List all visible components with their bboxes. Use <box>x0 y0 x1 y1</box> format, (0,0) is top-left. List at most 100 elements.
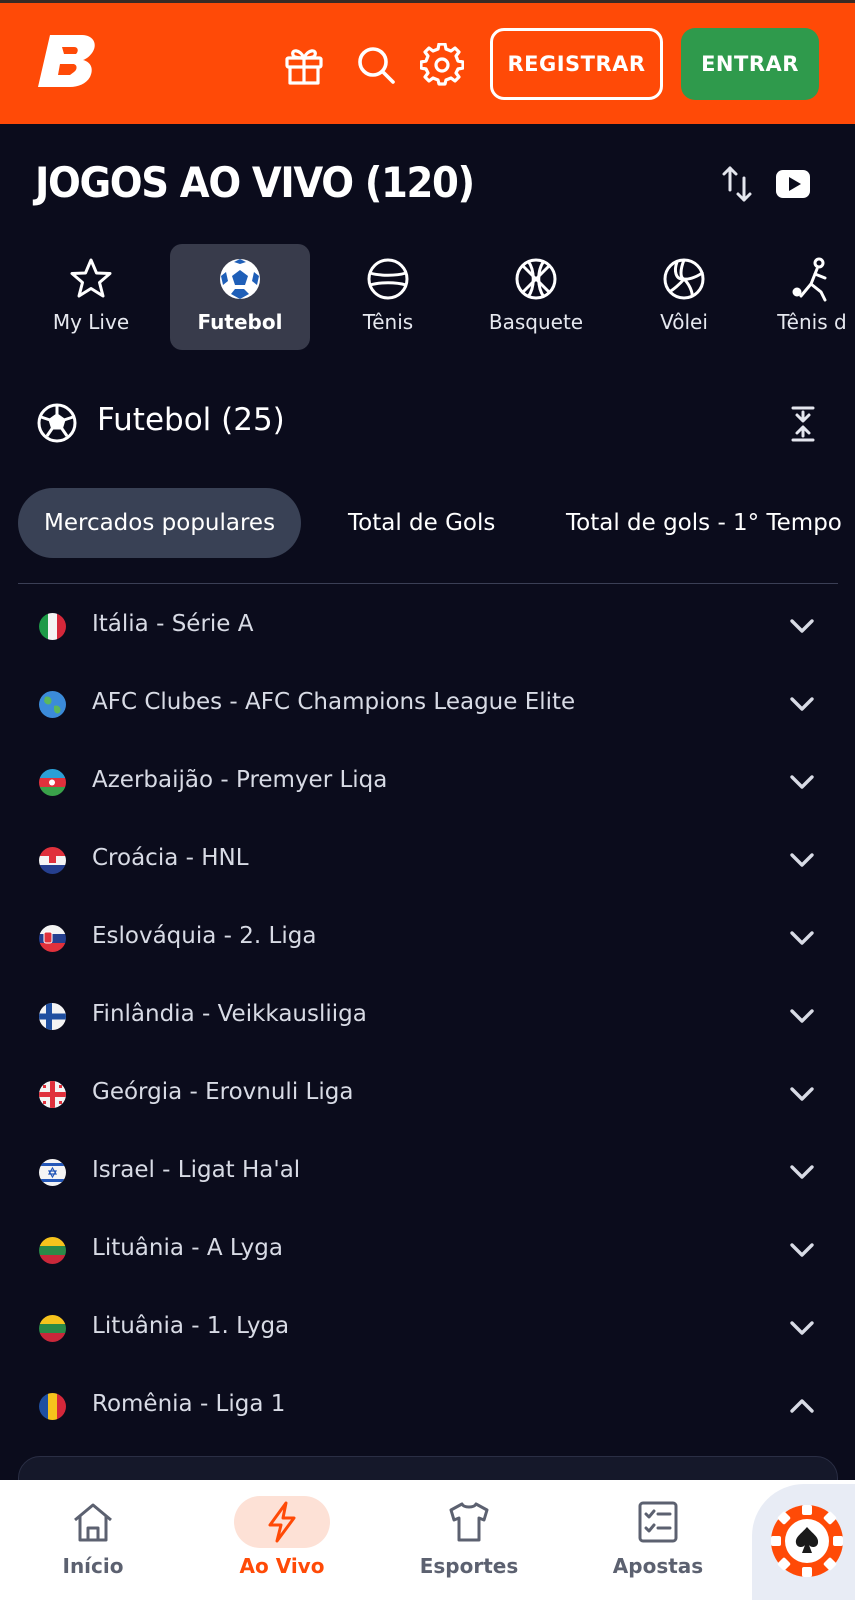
market-tab-mercados-populares[interactable]: Mercados populares <box>18 488 302 558</box>
volleyball-icon <box>663 258 705 300</box>
video-icon[interactable] <box>774 162 814 206</box>
league-row[interactable]: Lituânia - 1. Lyga <box>0 1291 855 1369</box>
league-name: Lituânia - A Lyga <box>92 1235 283 1261</box>
star-icon <box>70 258 112 298</box>
league-name: Geórgia - Erovnuli Liga <box>92 1079 354 1105</box>
tab-tenis[interactable]: Tênis <box>318 244 458 350</box>
chevron-down-icon <box>790 1165 814 1179</box>
divider <box>18 583 838 584</box>
flag-globe <box>39 691 66 718</box>
tab-label: Vôlei <box>660 310 708 334</box>
league-name: AFC Clubes - AFC Champions League Elite <box>92 689 576 715</box>
league-name: Eslováquia - 2. Liga <box>92 923 317 949</box>
betslip-icon <box>638 1501 678 1543</box>
gift-icon[interactable] <box>282 43 326 87</box>
league-name: Croácia - HNL <box>92 845 249 871</box>
chevron-down-icon <box>790 853 814 867</box>
betano-logo[interactable] <box>36 31 100 89</box>
sport-tabs: My Live Futebol Tênis Basquete Vôlei Tên… <box>0 244 855 350</box>
tennis-ball-icon <box>367 258 409 300</box>
chevron-down-icon <box>790 1321 814 1335</box>
chevron-down-icon <box>790 1087 814 1101</box>
market-tab-total-gols-1-tempo[interactable]: Total de gols - 1° Tempo <box>566 488 842 558</box>
market-tab-total-de-gols[interactable]: Total de Gols <box>348 488 495 558</box>
nav-icon-wrap <box>234 1496 330 1548</box>
tab-basquete[interactable]: Basquete <box>466 244 606 350</box>
league-row[interactable]: Geórgia - Erovnuli Liga <box>0 1057 855 1135</box>
nav-icon-wrap <box>45 1496 141 1548</box>
league-row[interactable]: Eslováquia - 2. Liga <box>0 901 855 979</box>
tab-my-live[interactable]: My Live <box>21 244 161 350</box>
soccer-ball-icon <box>220 259 260 299</box>
nav-esportes[interactable]: Esportes <box>394 1480 544 1600</box>
flag-lithuania <box>39 1237 66 1264</box>
flag-italy <box>39 613 66 640</box>
nav-inicio[interactable]: Início <box>18 1480 168 1600</box>
chevron-down-icon <box>790 1009 814 1023</box>
jersey-icon <box>449 1502 489 1542</box>
nav-icon-wrap <box>610 1496 706 1548</box>
top-header: REGISTRAR ENTRAR <box>0 0 855 124</box>
flag-slovakia <box>39 925 66 952</box>
chevron-down-icon <box>790 775 814 789</box>
flag-georgia <box>39 1081 66 1108</box>
tab-label: Tênis d <box>777 310 847 334</box>
tab-label: My Live <box>52 310 130 334</box>
table-tennis-icon <box>792 257 827 302</box>
basketball-icon <box>515 258 557 300</box>
league-row[interactable]: Israel - Ligat Ha'al <box>0 1135 855 1213</box>
chevron-down-icon <box>790 697 814 711</box>
chevron-up-icon <box>790 1399 814 1413</box>
nav-apostas[interactable]: Apostas <box>583 1480 733 1600</box>
league-row[interactable]: Itália - Série A <box>0 589 855 667</box>
league-row[interactable]: Azerbaijão - Premyer Liqa <box>0 745 855 823</box>
league-row[interactable]: Finlândia - Veikkausliiga <box>0 979 855 1057</box>
nav-icon-wrap <box>421 1496 517 1548</box>
sort-icon[interactable] <box>718 162 758 206</box>
flag-romania <box>39 1393 66 1420</box>
poker-chip-icon <box>771 1505 843 1577</box>
soccer-ball-icon <box>37 403 77 443</box>
flag-israel <box>39 1159 66 1186</box>
tab-futebol[interactable]: Futebol <box>170 244 310 350</box>
nav-label: Início <box>62 1554 124 1578</box>
league-name: Finlândia - Veikkausliiga <box>92 1001 367 1027</box>
league-name: Lituânia - 1. Lyga <box>92 1313 290 1339</box>
league-row[interactable]: AFC Clubes - AFC Champions League Elite <box>0 667 855 745</box>
home-icon <box>74 1503 112 1542</box>
tab-label: Tênis <box>362 310 414 334</box>
login-button[interactable]: ENTRAR <box>681 28 819 100</box>
chevron-down-icon <box>790 1243 814 1257</box>
market-tabs: Mercados populares Total de Gols Total d… <box>0 488 855 558</box>
flag-finland <box>39 1003 66 1030</box>
flag-lithuania <box>39 1315 66 1342</box>
league-row[interactable]: Lituânia - A Lyga <box>0 1213 855 1291</box>
bottom-nav: Início Ao Vivo Esportes Apostas <box>0 1480 855 1600</box>
nav-label: Apostas <box>612 1554 704 1578</box>
search-icon[interactable] <box>354 43 398 87</box>
league-name: Israel - Ligat Ha'al <box>92 1157 301 1183</box>
league-name: Romênia - Liga 1 <box>92 1391 286 1417</box>
nav-ao-vivo[interactable]: Ao Vivo <box>207 1480 357 1600</box>
league-row[interactable]: Romênia - Liga 1 <box>0 1369 855 1447</box>
nav-label: Esportes <box>419 1554 519 1578</box>
flag-azerbaijan <box>39 769 66 796</box>
tab-tenis-de-mesa[interactable]: Tênis d <box>752 244 855 350</box>
flag-croatia <box>39 847 66 874</box>
league-name: Itália - Série A <box>92 611 254 637</box>
league-name: Azerbaijão - Premyer Liqa <box>92 767 388 793</box>
league-row[interactable]: Croácia - HNL <box>0 823 855 901</box>
register-button[interactable]: REGISTRAR <box>490 28 663 100</box>
page-title: JOGOS AO VIVO (120) <box>35 158 475 207</box>
chevron-down-icon <box>790 931 814 945</box>
tab-label: Futebol <box>197 310 283 334</box>
casino-button[interactable] <box>752 1484 855 1600</box>
nav-label: Ao Vivo <box>239 1554 325 1578</box>
chevron-down-icon <box>790 619 814 633</box>
collapse-all-icon[interactable] <box>786 405 820 443</box>
tab-volei[interactable]: Vôlei <box>614 244 754 350</box>
gear-icon[interactable] <box>420 43 464 87</box>
section-title: Futebol (25) <box>97 402 285 438</box>
lightning-icon <box>268 1501 296 1543</box>
tab-label: Basquete <box>488 310 584 334</box>
